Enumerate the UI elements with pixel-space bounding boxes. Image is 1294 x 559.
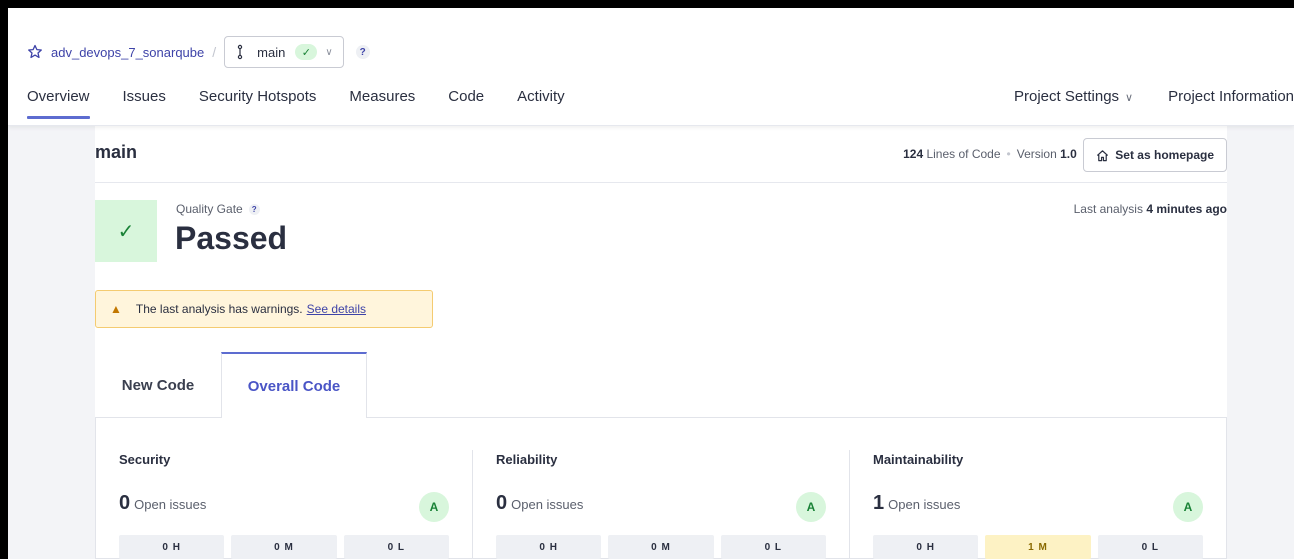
tab-code[interactable]: Code	[448, 88, 484, 119]
tab-new-code[interactable]: New Code	[95, 352, 221, 418]
warning-icon: ▲	[110, 302, 122, 316]
top-bar: adv_devops_7_sonarqube / main ✓ ∨ ? Over…	[8, 8, 1294, 126]
page-title: main	[95, 142, 138, 162]
quality-gate-label-text: Quality Gate	[176, 202, 243, 216]
reliability-metric: Reliability 0 Open issues A 0 H 0 M 0 L	[496, 452, 826, 559]
branch-icon	[237, 44, 243, 60]
severity-medium[interactable]: 0 M	[608, 535, 714, 559]
security-metric: Security 0 Open issues A 0 H 0 M 0 L	[119, 452, 449, 559]
severity-low[interactable]: 0 L	[720, 535, 826, 559]
version-value: 1.0	[1060, 147, 1077, 161]
meta-dot: •	[1006, 147, 1011, 161]
warning-text: The last analysis has warnings.	[135, 302, 303, 316]
metric-divider	[849, 450, 850, 559]
quality-gate-check-icon: ✓	[95, 200, 157, 262]
tab-overview[interactable]: Overview	[27, 88, 90, 119]
project-nav: Overview Issues Security Hotspots Measur…	[27, 88, 598, 119]
metric-title: Maintainability	[873, 452, 964, 467]
metrics-panel: Security 0 Open issues A 0 H 0 M 0 L Rel…	[95, 417, 1227, 559]
last-analysis-value: 4 minutes ago	[1146, 202, 1227, 216]
tab-overall-code[interactable]: Overall Code	[221, 352, 367, 418]
metric-title: Reliability	[496, 452, 558, 467]
last-analysis: Last analysis 4 minutes ago	[1074, 202, 1227, 216]
app-frame: adv_devops_7_sonarqube / main ✓ ∨ ? Over…	[8, 8, 1294, 559]
tab-issues[interactable]: Issues	[123, 88, 166, 119]
set-homepage-label: Set as homepage	[1115, 148, 1214, 162]
rating-badge[interactable]: A	[1173, 492, 1203, 522]
severity-high[interactable]: 0 H	[496, 535, 602, 559]
open-issues-link[interactable]: 0 Open issues	[119, 492, 206, 515]
open-issues-label: Open issues	[134, 497, 207, 512]
help-icon[interactable]: ?	[248, 203, 260, 215]
open-issues-label: Open issues	[888, 497, 961, 512]
see-details-link[interactable]: See details	[307, 302, 366, 316]
severity-high[interactable]: 0 H	[119, 535, 225, 559]
tab-activity[interactable]: Activity	[517, 88, 565, 119]
tab-security-hotspots[interactable]: Security Hotspots	[199, 88, 317, 119]
severity-breakdown: 0 H 0 M 0 L	[496, 535, 826, 559]
maintainability-metric: Maintainability 1 Open issues A 0 H 1 M …	[873, 452, 1203, 559]
rating-badge[interactable]: A	[419, 492, 449, 522]
star-icon[interactable]	[27, 44, 43, 60]
chevron-down-icon: ∨	[1125, 92, 1134, 104]
analysis-warning-banner: ▲ The last analysis has warnings. See de…	[95, 290, 433, 328]
severity-breakdown: 0 H 1 M 0 L	[873, 535, 1203, 559]
branch-name: main	[257, 44, 286, 60]
severity-medium[interactable]: 1 M	[985, 535, 1091, 559]
metric-title: Security	[119, 452, 171, 467]
metric-divider	[472, 450, 473, 559]
rating-badge[interactable]: A	[796, 492, 826, 522]
last-analysis-prefix: Last analysis	[1073, 202, 1143, 216]
open-issues-link[interactable]: 1 Open issues	[873, 492, 960, 515]
severity-medium[interactable]: 0 M	[231, 535, 337, 559]
severity-low[interactable]: 0 L	[1097, 535, 1203, 559]
tab-measures[interactable]: Measures	[349, 88, 415, 119]
open-issues-link[interactable]: 0 Open issues	[496, 492, 583, 515]
open-issues-count: 0	[496, 492, 508, 514]
open-issues-label: Open issues	[511, 497, 584, 512]
project-settings-label: Project Settings	[1013, 88, 1120, 105]
loc-value: 124	[903, 147, 924, 161]
code-tabs: New Code Overall Code	[95, 352, 367, 418]
set-homepage-button[interactable]: Set as homepage	[1083, 138, 1227, 172]
breadcrumb-separator: /	[212, 44, 217, 60]
severity-high[interactable]: 0 H	[873, 535, 979, 559]
home-icon	[1097, 149, 1109, 161]
project-meta: 124 Lines of Code • Version 1.0 •	[903, 147, 1093, 161]
version-label: Version	[1016, 147, 1057, 161]
quality-gate-status: Passed	[175, 220, 288, 256]
branch-selector[interactable]: main ✓ ∨	[224, 36, 344, 68]
chevron-down-icon: ∨	[325, 46, 333, 58]
quality-gate-label: Quality Gate ?	[176, 202, 260, 216]
help-icon[interactable]: ?	[355, 45, 370, 59]
loc-label: Lines of Code	[926, 147, 1001, 161]
severity-low[interactable]: 0 L	[343, 535, 449, 559]
overview-page: main 124 Lines of Code • Version 1.0 • S…	[95, 126, 1227, 559]
branch-status-check-icon: ✓	[295, 44, 318, 60]
divider	[95, 182, 1227, 183]
project-information-link[interactable]: Project Information	[1168, 88, 1294, 119]
project-settings-menu[interactable]: Project Settings ∨	[1014, 88, 1133, 119]
project-nav-right: Project Settings ∨ Project Information	[979, 88, 1294, 119]
open-issues-count: 0	[119, 492, 131, 514]
open-issues-count: 1	[873, 492, 885, 514]
project-name-link[interactable]: adv_devops_7_sonarqube	[51, 45, 204, 60]
severity-breakdown: 0 H 0 M 0 L	[119, 535, 449, 559]
main-content: main 124 Lines of Code • Version 1.0 • S…	[8, 126, 1294, 559]
breadcrumb: adv_devops_7_sonarqube / main ✓ ∨ ?	[27, 36, 370, 68]
